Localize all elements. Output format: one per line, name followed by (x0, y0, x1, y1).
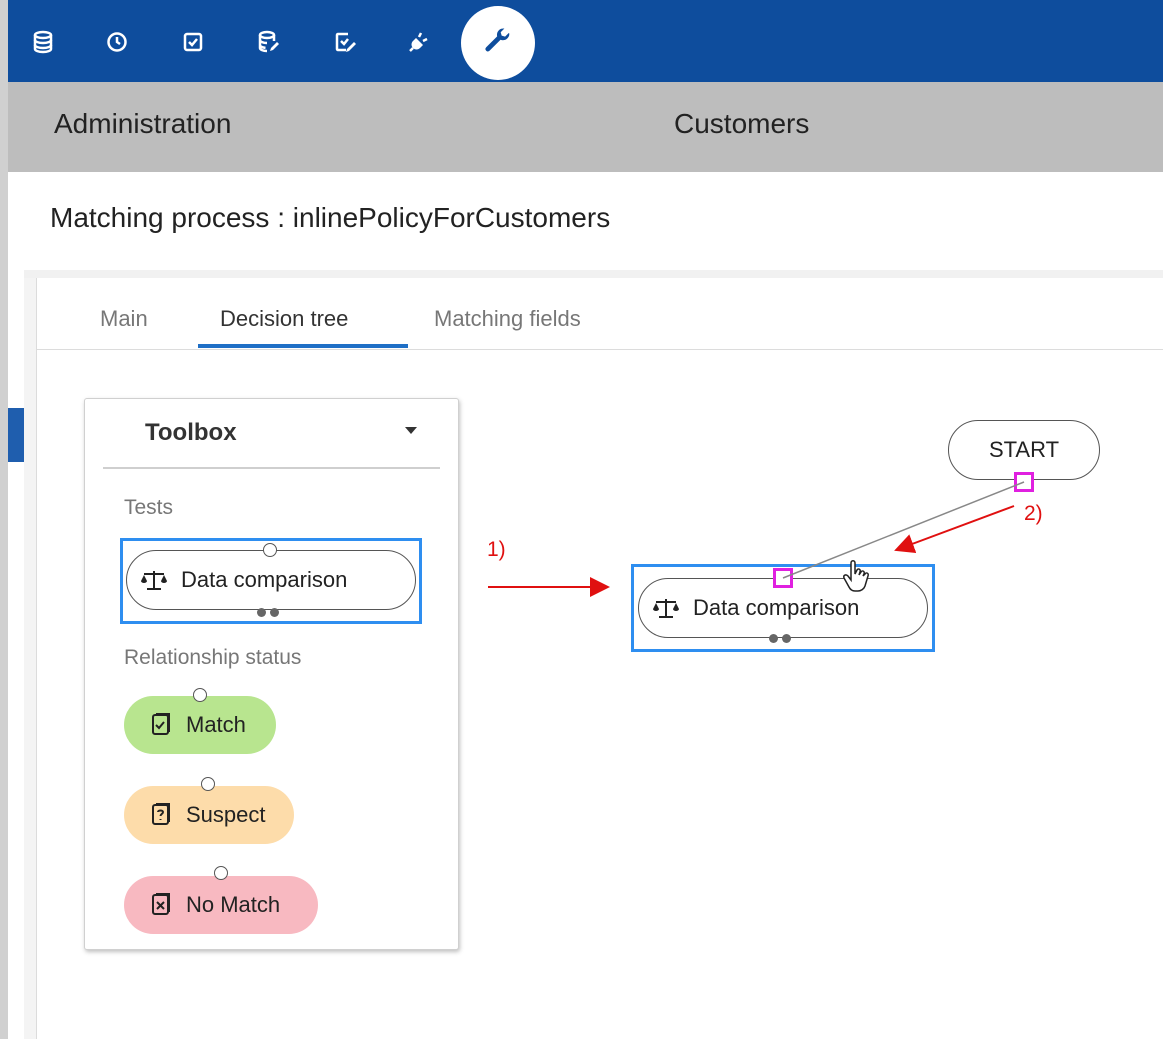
toolbox-title[interactable]: Toolbox (145, 419, 237, 447)
start-output-port[interactable] (1014, 472, 1034, 492)
canvas-output-ports[interactable] (769, 634, 791, 643)
active-tab-indicator (198, 344, 408, 348)
no-match-icon (148, 892, 174, 918)
canvas-node-input-port[interactable] (773, 568, 793, 588)
start-node[interactable]: START (948, 420, 1100, 480)
suspect-icon (148, 802, 174, 828)
canvas-data-comparison-label: Data comparison (693, 595, 860, 620)
tab-main[interactable]: Main (100, 306, 148, 332)
tests-section-label: Tests (124, 496, 174, 519)
wrench-icon[interactable] (461, 6, 535, 80)
caret-down-icon[interactable] (405, 427, 417, 434)
window-edge (0, 0, 8, 1039)
header-bar: Administration Customers (8, 82, 1163, 172)
no-match-label: No Match (186, 892, 281, 917)
top-toolbar (8, 0, 1163, 82)
title-bar: Matching process : inlinePolicyForCustom… (24, 174, 1163, 270)
suspect-label: Suspect (186, 802, 266, 827)
checkbox-icon[interactable] (178, 24, 208, 60)
data-comparison-label: Data comparison (181, 567, 348, 592)
match-status-node[interactable]: Match (124, 696, 276, 754)
input-port[interactable] (263, 543, 277, 557)
database-icon[interactable] (28, 24, 58, 60)
scales-icon (649, 596, 683, 620)
match-label: Match (186, 712, 246, 737)
side-accent (8, 408, 24, 462)
app-window: Administration Customers Matching proces… (0, 0, 1163, 1039)
customers-title: Customers (674, 108, 810, 139)
suspect-status-node[interactable]: Suspect (124, 786, 294, 844)
annotation-step-2: 2) (1024, 502, 1043, 525)
checkbox-edit-icon[interactable] (330, 24, 360, 60)
tab-matching-fields[interactable]: Matching fields (434, 306, 581, 332)
relationship-status-label: Relationship status (124, 646, 302, 669)
toolbox-divider (103, 467, 440, 469)
output-ports[interactable] (257, 608, 279, 617)
match-icon (148, 712, 174, 738)
no-match-input-port[interactable] (214, 866, 228, 880)
administration-title: Administration (54, 108, 232, 139)
tab-decision-tree[interactable]: Decision tree (220, 306, 348, 332)
tab-bar: Main Decision tree Matching fields (36, 278, 1163, 350)
plug-icon[interactable] (404, 24, 434, 60)
toolbox-panel: Toolbox (84, 398, 459, 950)
no-match-status-node[interactable]: No Match (124, 876, 318, 934)
clock-icon[interactable] (102, 24, 132, 60)
page-title: Matching process : inlinePolicyForCustom… (50, 202, 611, 233)
toolbox-data-comparison-node[interactable]: Data comparison (126, 550, 416, 610)
scales-icon (137, 568, 171, 592)
side-rule (24, 278, 36, 1039)
suspect-input-port[interactable] (201, 777, 215, 791)
annotation-step-1: 1) (487, 538, 506, 561)
database-edit-icon[interactable] (254, 24, 284, 60)
title-separator (24, 270, 1163, 278)
match-input-port[interactable] (193, 688, 207, 702)
